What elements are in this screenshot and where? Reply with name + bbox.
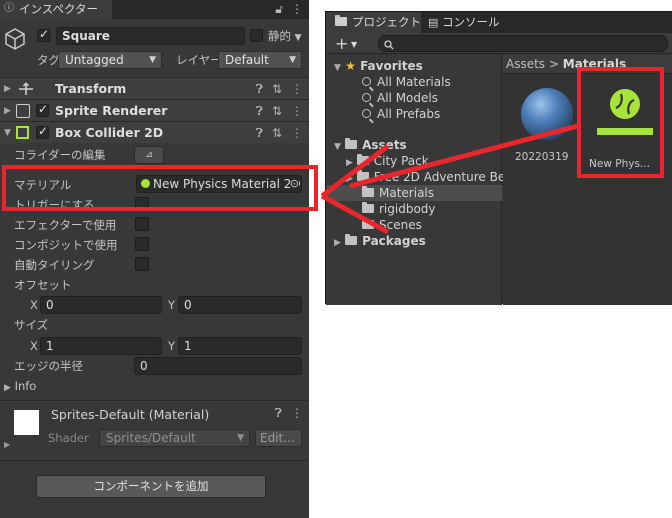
annotation-arrow xyxy=(320,123,579,235)
